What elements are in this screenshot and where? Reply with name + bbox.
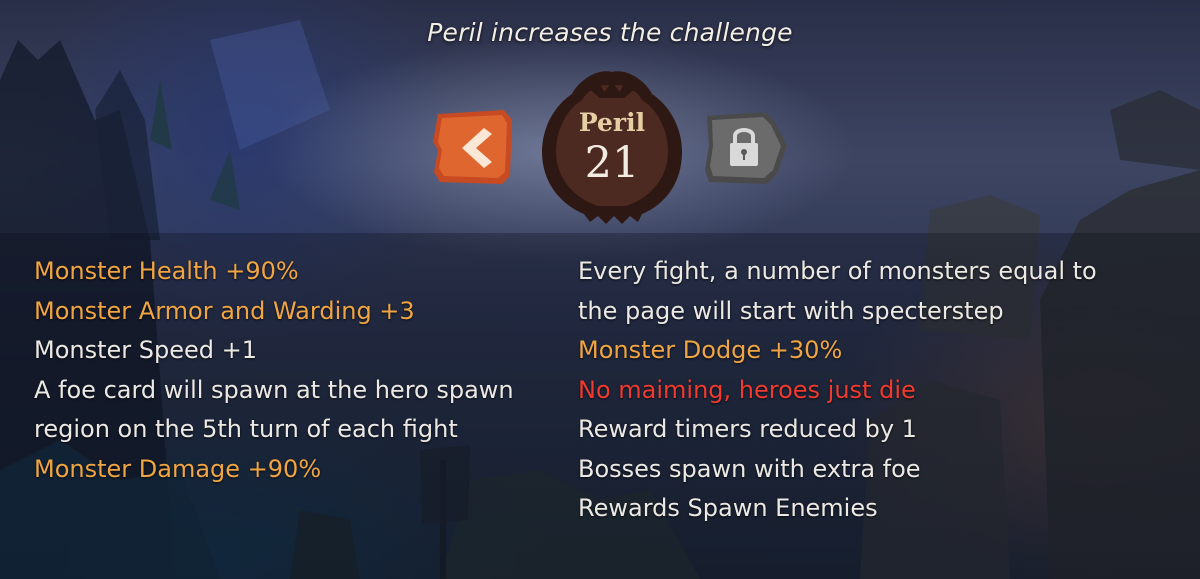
modifiers-list-left: Monster Health +90% Monster Armor and War… — [34, 252, 514, 489]
chevron-left-icon — [433, 110, 512, 184]
modifier-item: Monster Dodge +30% — [578, 336, 843, 364]
modifier-item: Monster Speed +1 — [34, 336, 258, 364]
peril-level-value: 21 — [584, 138, 640, 188]
modifier-item: A foe card will spawn at the hero spawn — [34, 375, 514, 404]
plant-silhouette — [150, 80, 172, 150]
modifier-item: Monster Armor and Warding +3 — [34, 296, 415, 325]
modifiers-list-right: Every fight, a number of monsters equal … — [578, 252, 1097, 529]
modifier-item: No maiming, heroes just die — [578, 375, 916, 404]
decrease-peril-button[interactable] — [432, 106, 518, 188]
modifier-item: Reward timers reduced by 1 — [578, 415, 917, 443]
modifier-item: Every fight, a number of monsters equal … — [578, 257, 1097, 285]
modifier-item: the page will start with specterstep — [578, 296, 1004, 325]
modifier-item: Rewards Spawn Enemies — [578, 494, 878, 522]
page-title: Peril increases the challenge — [427, 18, 793, 47]
modifier-item: Bosses spawn with extra foe — [578, 454, 921, 483]
modifier-item: Monster Damage +90% — [34, 454, 322, 483]
modifier-item: region on the 5th turn of each fight — [34, 415, 458, 443]
peril-screen: Peril increases the challenge Peril 21 M… — [0, 0, 1200, 579]
modifier-item: Monster Health +90% — [34, 257, 299, 285]
peril-label: Peril — [578, 108, 646, 137]
increase-peril-button-locked[interactable] — [703, 106, 789, 188]
